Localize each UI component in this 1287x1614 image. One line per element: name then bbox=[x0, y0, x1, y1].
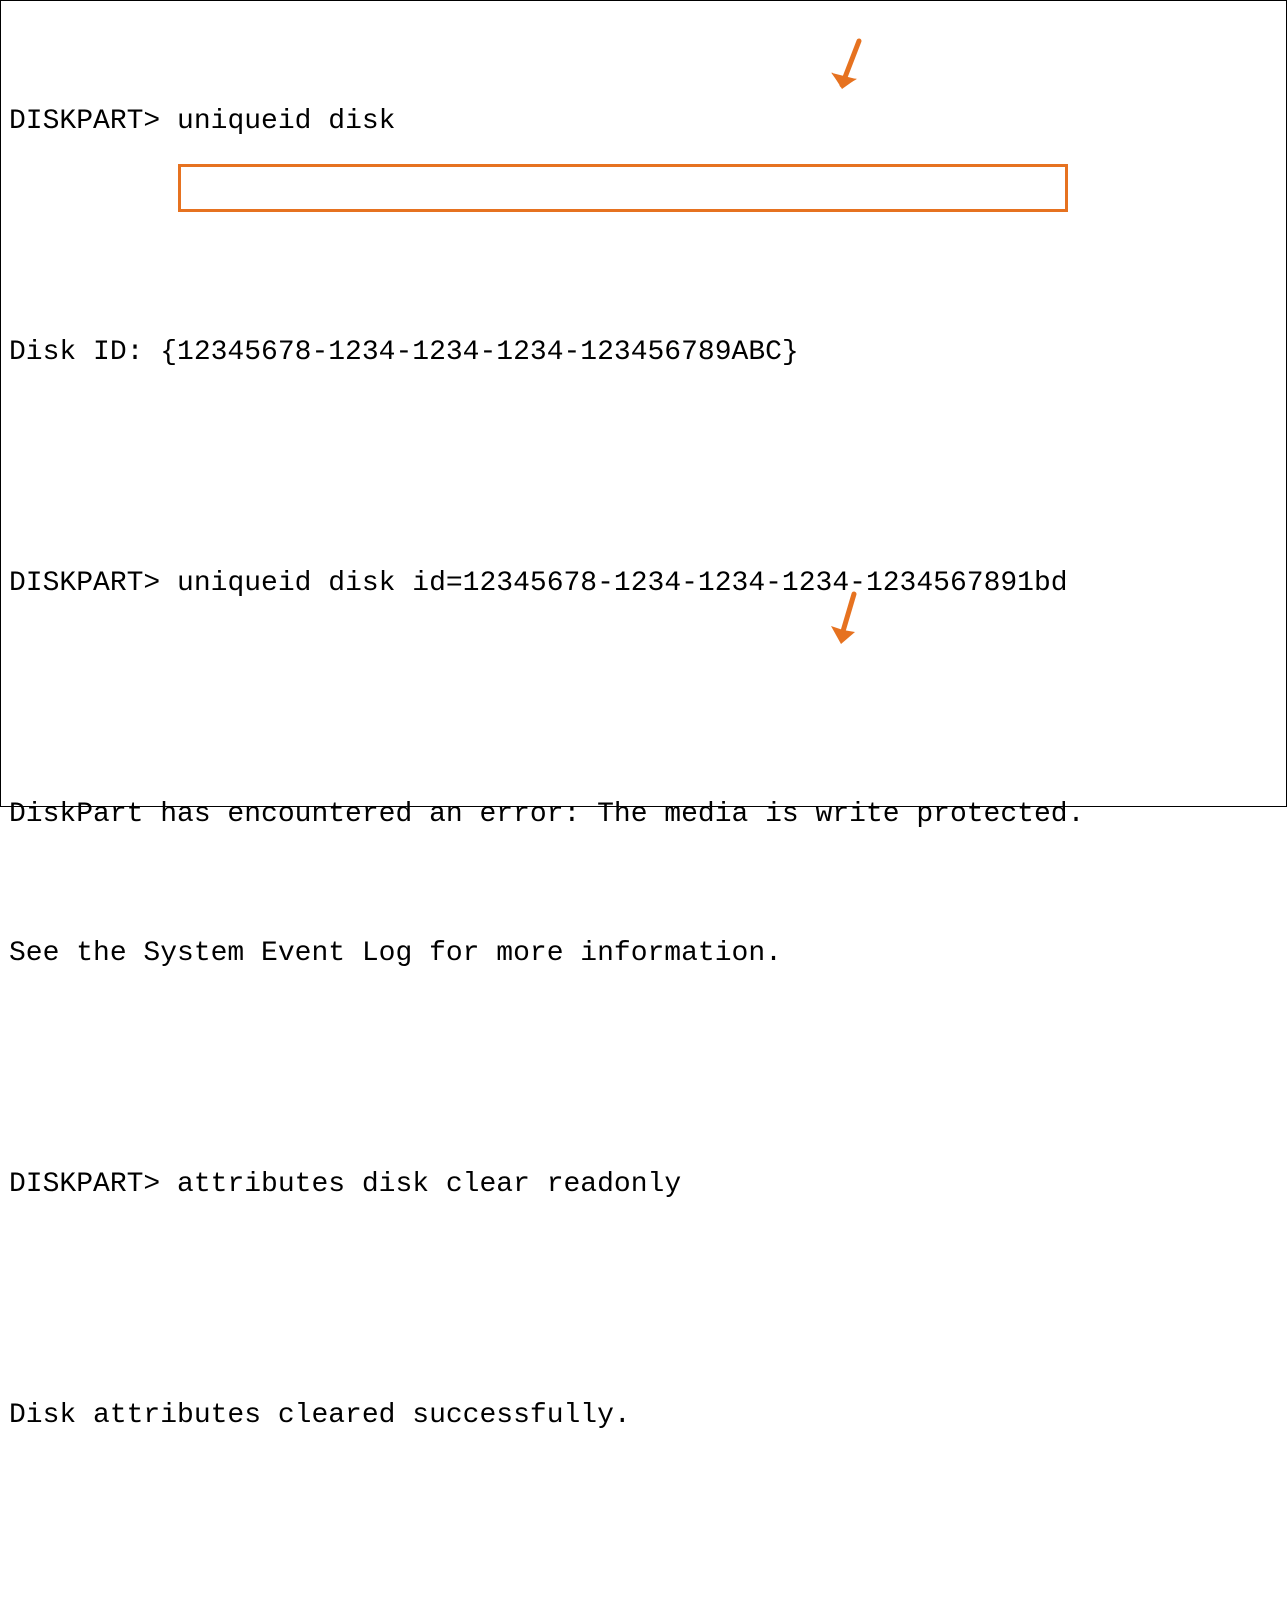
command-attributes-clear: attributes disk clear readonly bbox=[160, 1169, 681, 1200]
command-line-2: DISKPART> uniqueid disk id=12345678-1234… bbox=[9, 561, 1286, 607]
command-uniqueid-disk-set: uniqueid disk id=12345678-1234-1234-1234… bbox=[160, 568, 1067, 599]
command-line-3: DISKPART> attributes disk clear readonly bbox=[9, 1162, 1286, 1208]
diskpart-prompt: DISKPART> bbox=[9, 568, 160, 599]
output-attributes-cleared: Disk attributes cleared successfully. bbox=[9, 1393, 1286, 1439]
command-uniqueid-disk: uniqueid disk bbox=[160, 106, 395, 137]
output-disk-id-before: Disk ID: {12345678-1234-1234-1234-123456… bbox=[9, 330, 1286, 376]
command-line-1: DISKPART> uniqueid disk bbox=[9, 99, 1286, 145]
terminal[interactable]: DISKPART> uniqueid disk Disk ID: {123456… bbox=[1, 1, 1286, 1614]
diskpart-prompt: DISKPART> bbox=[9, 106, 160, 137]
diskpart-prompt: DISKPART> bbox=[9, 1169, 160, 1200]
output-error-line1: DiskPart has encountered an error: The m… bbox=[9, 792, 1286, 838]
output-error-line2: See the System Event Log for more inform… bbox=[9, 931, 1286, 977]
